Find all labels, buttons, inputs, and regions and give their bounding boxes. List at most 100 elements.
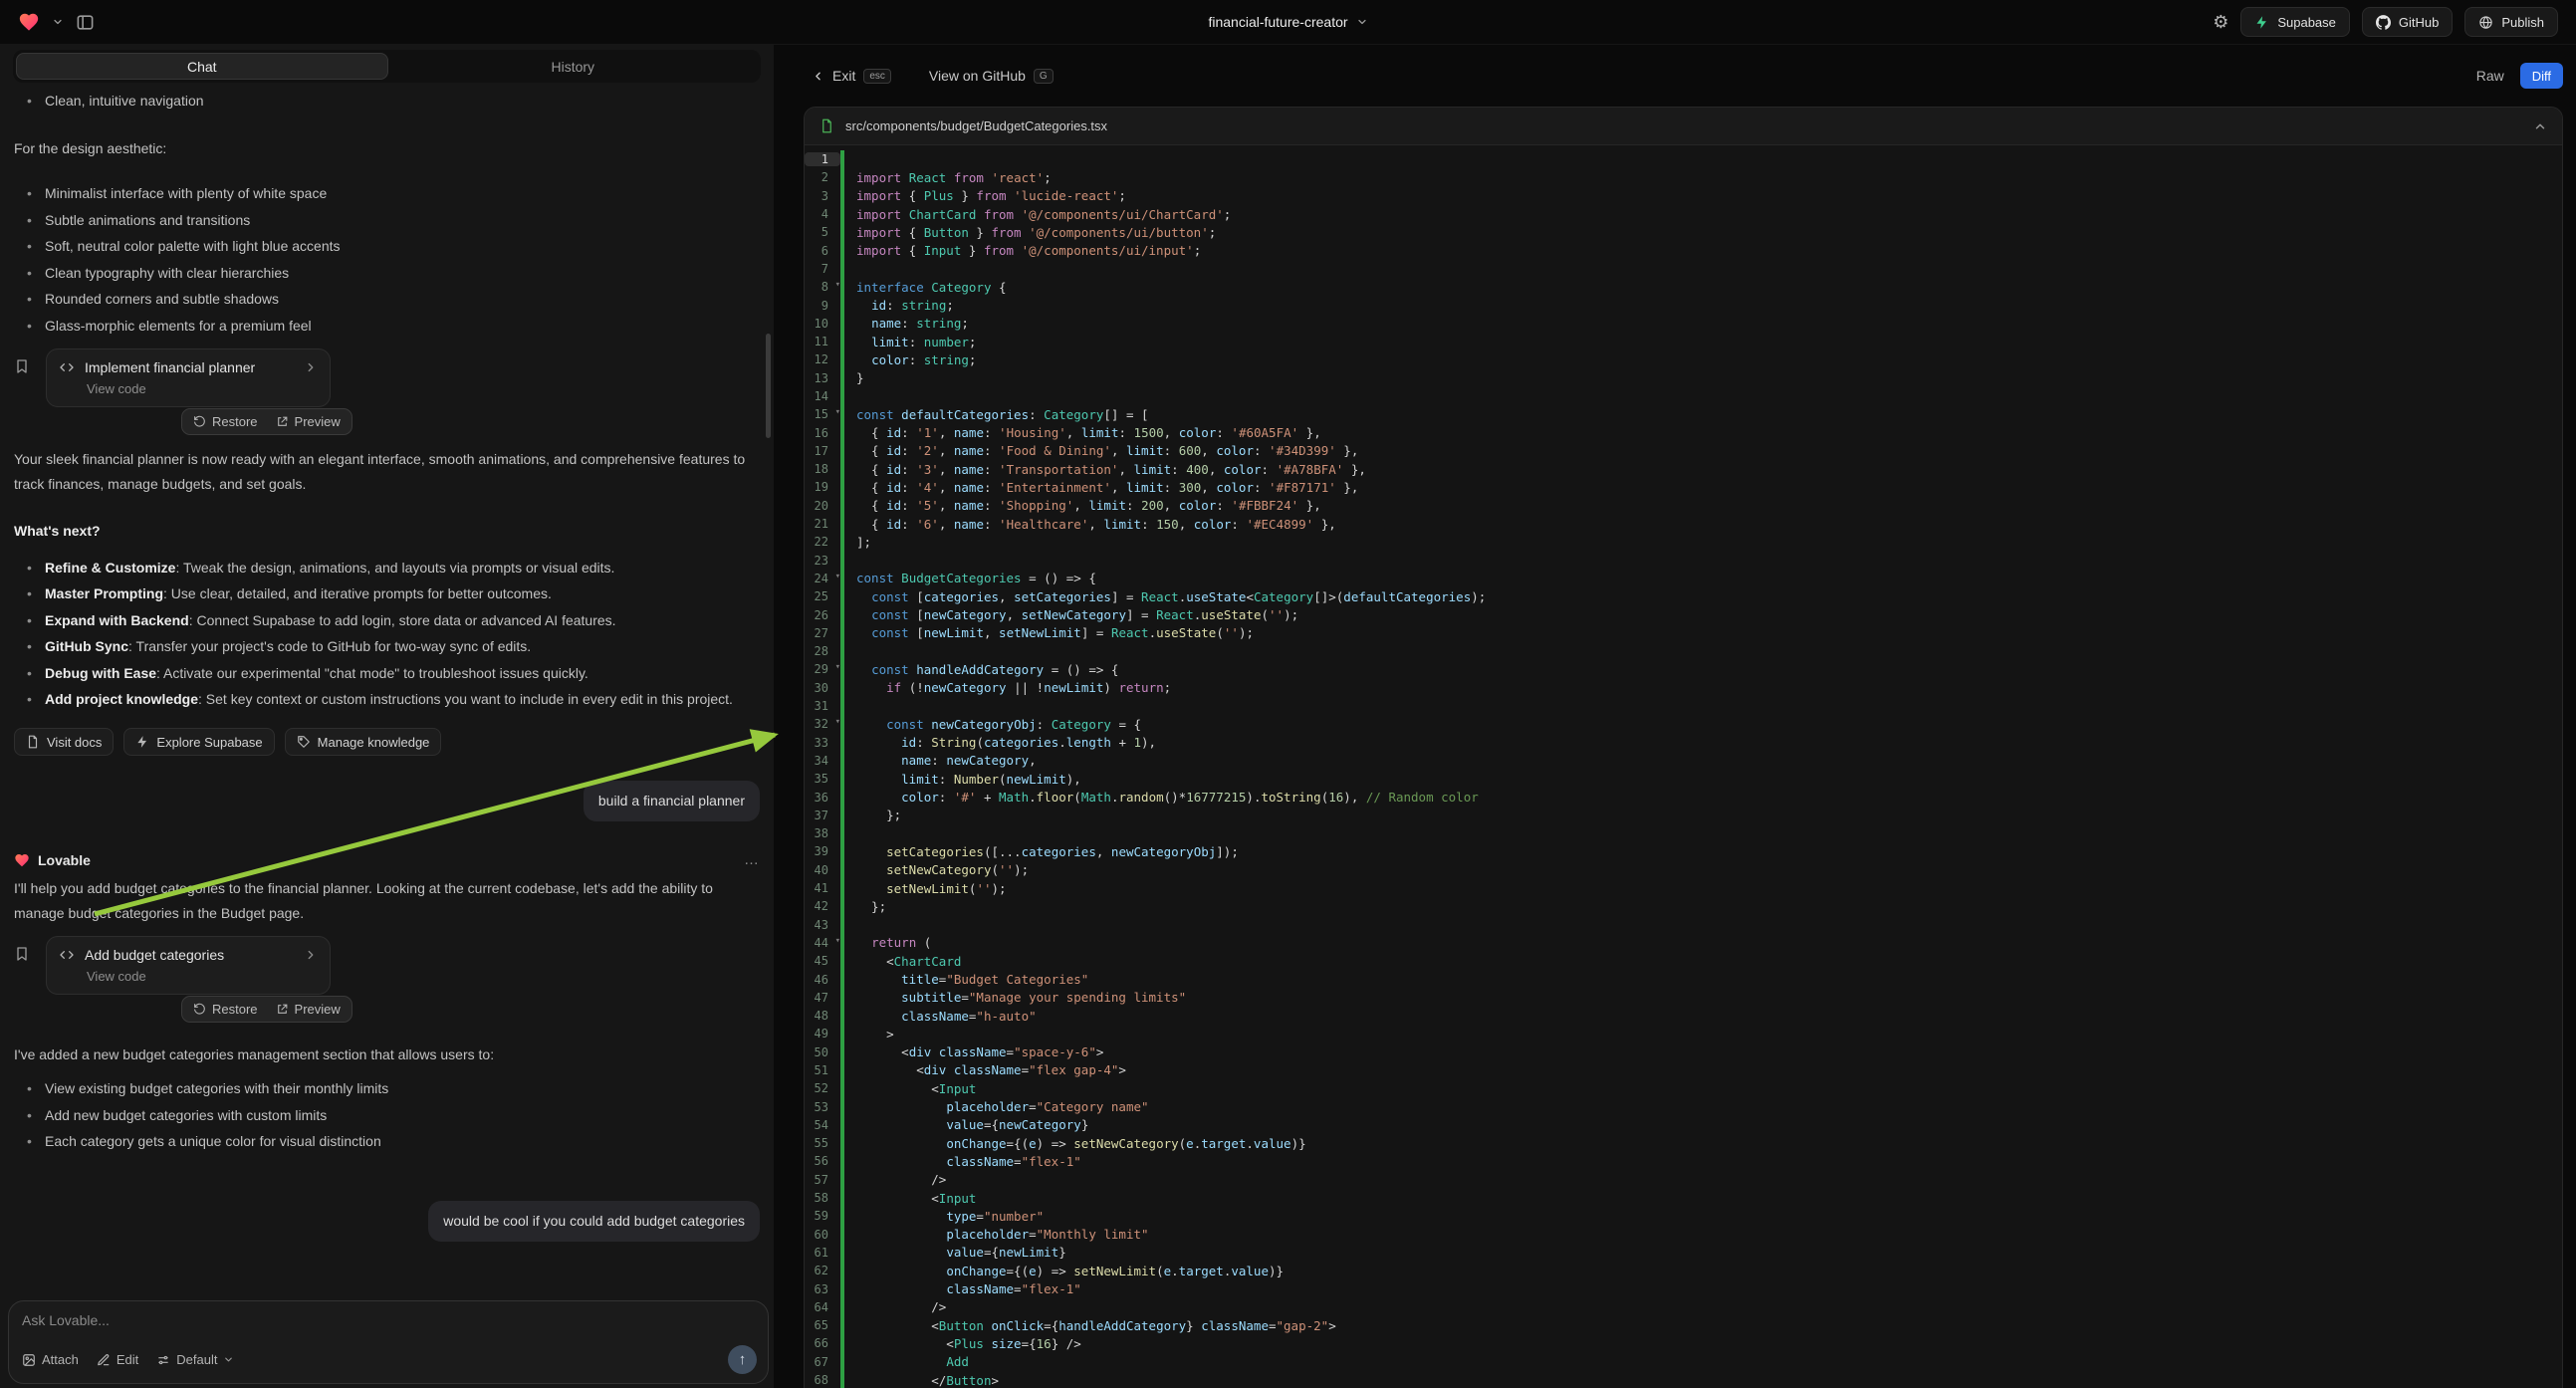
line-number: 3: [805, 189, 840, 203]
list-item: Add project knowledge: Set key context o…: [14, 689, 760, 710]
code-text: value={newCategory}: [844, 1117, 1088, 1132]
code-line: 37 };: [805, 807, 2562, 824]
preview-button[interactable]: Preview: [267, 414, 350, 429]
fold-chevron-icon[interactable]: ▾: [835, 407, 840, 417]
design-bullet-list: Minimalist interface with plenty of whit…: [14, 183, 760, 337]
assistant-header: Lovable …: [14, 851, 760, 868]
view-code-link[interactable]: View code: [87, 381, 318, 396]
exit-button[interactable]: Exit esc: [812, 68, 891, 84]
line-number: 16: [805, 426, 840, 440]
chevron-right-icon: [304, 360, 318, 374]
sidebar-toggle-icon[interactable]: [76, 13, 95, 32]
manage-knowledge-button[interactable]: Manage knowledge: [285, 728, 442, 756]
list-item: Soft, neutral color palette with light b…: [14, 236, 760, 257]
code-line: 29▾ const handleAddCategory = () => {: [805, 660, 2562, 678]
code-line: 5import { Button } from '@/components/ui…: [805, 223, 2562, 241]
line-number: 26: [805, 608, 840, 622]
publish-button[interactable]: Publish: [2464, 7, 2558, 37]
external-link-icon: [276, 415, 289, 428]
code-text: };: [844, 808, 901, 822]
chevron-down-icon: [223, 1354, 234, 1365]
code-text: Add: [844, 1354, 969, 1369]
chat-scrollbar-thumb[interactable]: [766, 334, 771, 438]
code-line: 28: [805, 642, 2562, 660]
list-item: Clean, intuitive navigation: [14, 91, 760, 112]
code-line: 52 <Input: [805, 1079, 2562, 1097]
line-number: 18: [805, 462, 840, 476]
code-text: >: [844, 1027, 894, 1041]
code-line: 59 type="number": [805, 1207, 2562, 1225]
code-text: import { Plus } from 'lucide-react';: [844, 188, 1126, 203]
diff-toggle[interactable]: Diff: [2520, 63, 2563, 89]
code-text: color: '#' + Math.floor(Math.random()*16…: [844, 790, 1479, 805]
line-number: 22: [805, 535, 840, 549]
line-number: 6: [805, 244, 840, 258]
bookmark-icon[interactable]: [14, 358, 30, 407]
code-toolbar: Exit esc View on GitHub G Raw Diff: [774, 45, 2576, 107]
raw-toggle[interactable]: Raw: [2476, 68, 2504, 84]
fold-chevron-icon[interactable]: ▾: [835, 280, 840, 290]
code-text: <Input: [844, 1191, 976, 1206]
list-item: Expand with Backend: Connect Supabase to…: [14, 610, 760, 631]
code-line: 7: [805, 260, 2562, 278]
settings-gear-icon[interactable]: ⚙: [2213, 12, 2228, 33]
line-number: 27: [805, 626, 840, 640]
chat-input[interactable]: [22, 1312, 755, 1328]
view-on-github-button[interactable]: View on GitHub G: [929, 68, 1054, 84]
list-item: GitHub Sync: Transfer your project's cod…: [14, 636, 760, 657]
supabase-button[interactable]: Supabase: [2240, 7, 2350, 37]
fold-chevron-icon[interactable]: ▾: [835, 572, 840, 581]
line-number: 1: [805, 152, 840, 166]
user-message: build a financial planner: [584, 781, 760, 821]
code-text: { id: '2', name: 'Food & Dining', limit:…: [844, 443, 1358, 458]
tool-card-add-budget-categories[interactable]: Add budget categories View code: [46, 936, 331, 995]
restore-button[interactable]: Restore: [184, 414, 267, 429]
restore-button[interactable]: Restore: [184, 1002, 267, 1017]
diff-added-indicator: [840, 552, 844, 570]
explore-supabase-button[interactable]: Explore Supabase: [123, 728, 274, 756]
attach-button[interactable]: Attach: [22, 1352, 79, 1367]
fold-chevron-icon[interactable]: ▾: [835, 936, 840, 946]
line-number: 47: [805, 991, 840, 1005]
code-line: 62 onChange={(e) => setNewLimit(e.target…: [805, 1262, 2562, 1279]
code-text: <div className="flex gap-4">: [844, 1062, 1126, 1077]
line-number: 34: [805, 754, 840, 768]
line-number: 29▾: [805, 662, 840, 676]
line-number: 4: [805, 207, 840, 221]
preview-button[interactable]: Preview: [267, 1002, 350, 1017]
code-line: 64 />: [805, 1298, 2562, 1316]
fold-chevron-icon[interactable]: ▾: [835, 662, 840, 672]
bookmark-icon[interactable]: [14, 946, 30, 995]
code-text: placeholder="Monthly limit": [844, 1227, 1149, 1242]
message-menu-ellipsis[interactable]: …: [744, 851, 760, 868]
code-text: import React from 'react';: [844, 170, 1052, 185]
lovable-heart-icon: [14, 852, 30, 868]
code-line: 11 limit: number;: [805, 333, 2562, 350]
code-text: const [categories, setCategories] = Reac…: [844, 589, 1486, 604]
edit-mode-button[interactable]: Edit: [97, 1352, 138, 1367]
lovable-logo-icon[interactable]: [18, 11, 40, 33]
code-line: 39 setCategories([...categories, newCate…: [805, 842, 2562, 860]
line-number: 38: [805, 826, 840, 840]
image-icon: [22, 1353, 36, 1367]
topbar: financial-future-creator ⚙ Supabase GitH…: [0, 0, 2576, 45]
visit-docs-button[interactable]: Visit docs: [14, 728, 114, 756]
tool-card-implement-financial-planner[interactable]: Implement financial planner View code: [46, 348, 331, 407]
code-text: name: newCategory,: [844, 753, 1037, 768]
model-selector[interactable]: Default: [156, 1352, 234, 1367]
fold-chevron-icon[interactable]: ▾: [835, 717, 840, 727]
chevron-down-icon[interactable]: [52, 16, 64, 28]
view-code-link[interactable]: View code: [87, 969, 318, 984]
code-line: 56 className="flex-1": [805, 1152, 2562, 1170]
github-button[interactable]: GitHub: [2362, 7, 2453, 37]
line-number: 8▾: [805, 280, 840, 294]
code-line: 26 const [newCategory, setNewCategory] =…: [805, 605, 2562, 623]
diff-added-indicator: [840, 260, 844, 278]
send-button[interactable]: ↑: [728, 1345, 757, 1374]
tab-chat[interactable]: Chat: [16, 53, 388, 80]
tab-history[interactable]: History: [388, 53, 759, 80]
design-intro: For the design aesthetic:: [14, 136, 760, 161]
collapse-chevron-up-icon[interactable]: [2533, 119, 2547, 133]
line-number: 41: [805, 881, 840, 895]
project-menu[interactable]: financial-future-creator: [1208, 14, 1367, 30]
